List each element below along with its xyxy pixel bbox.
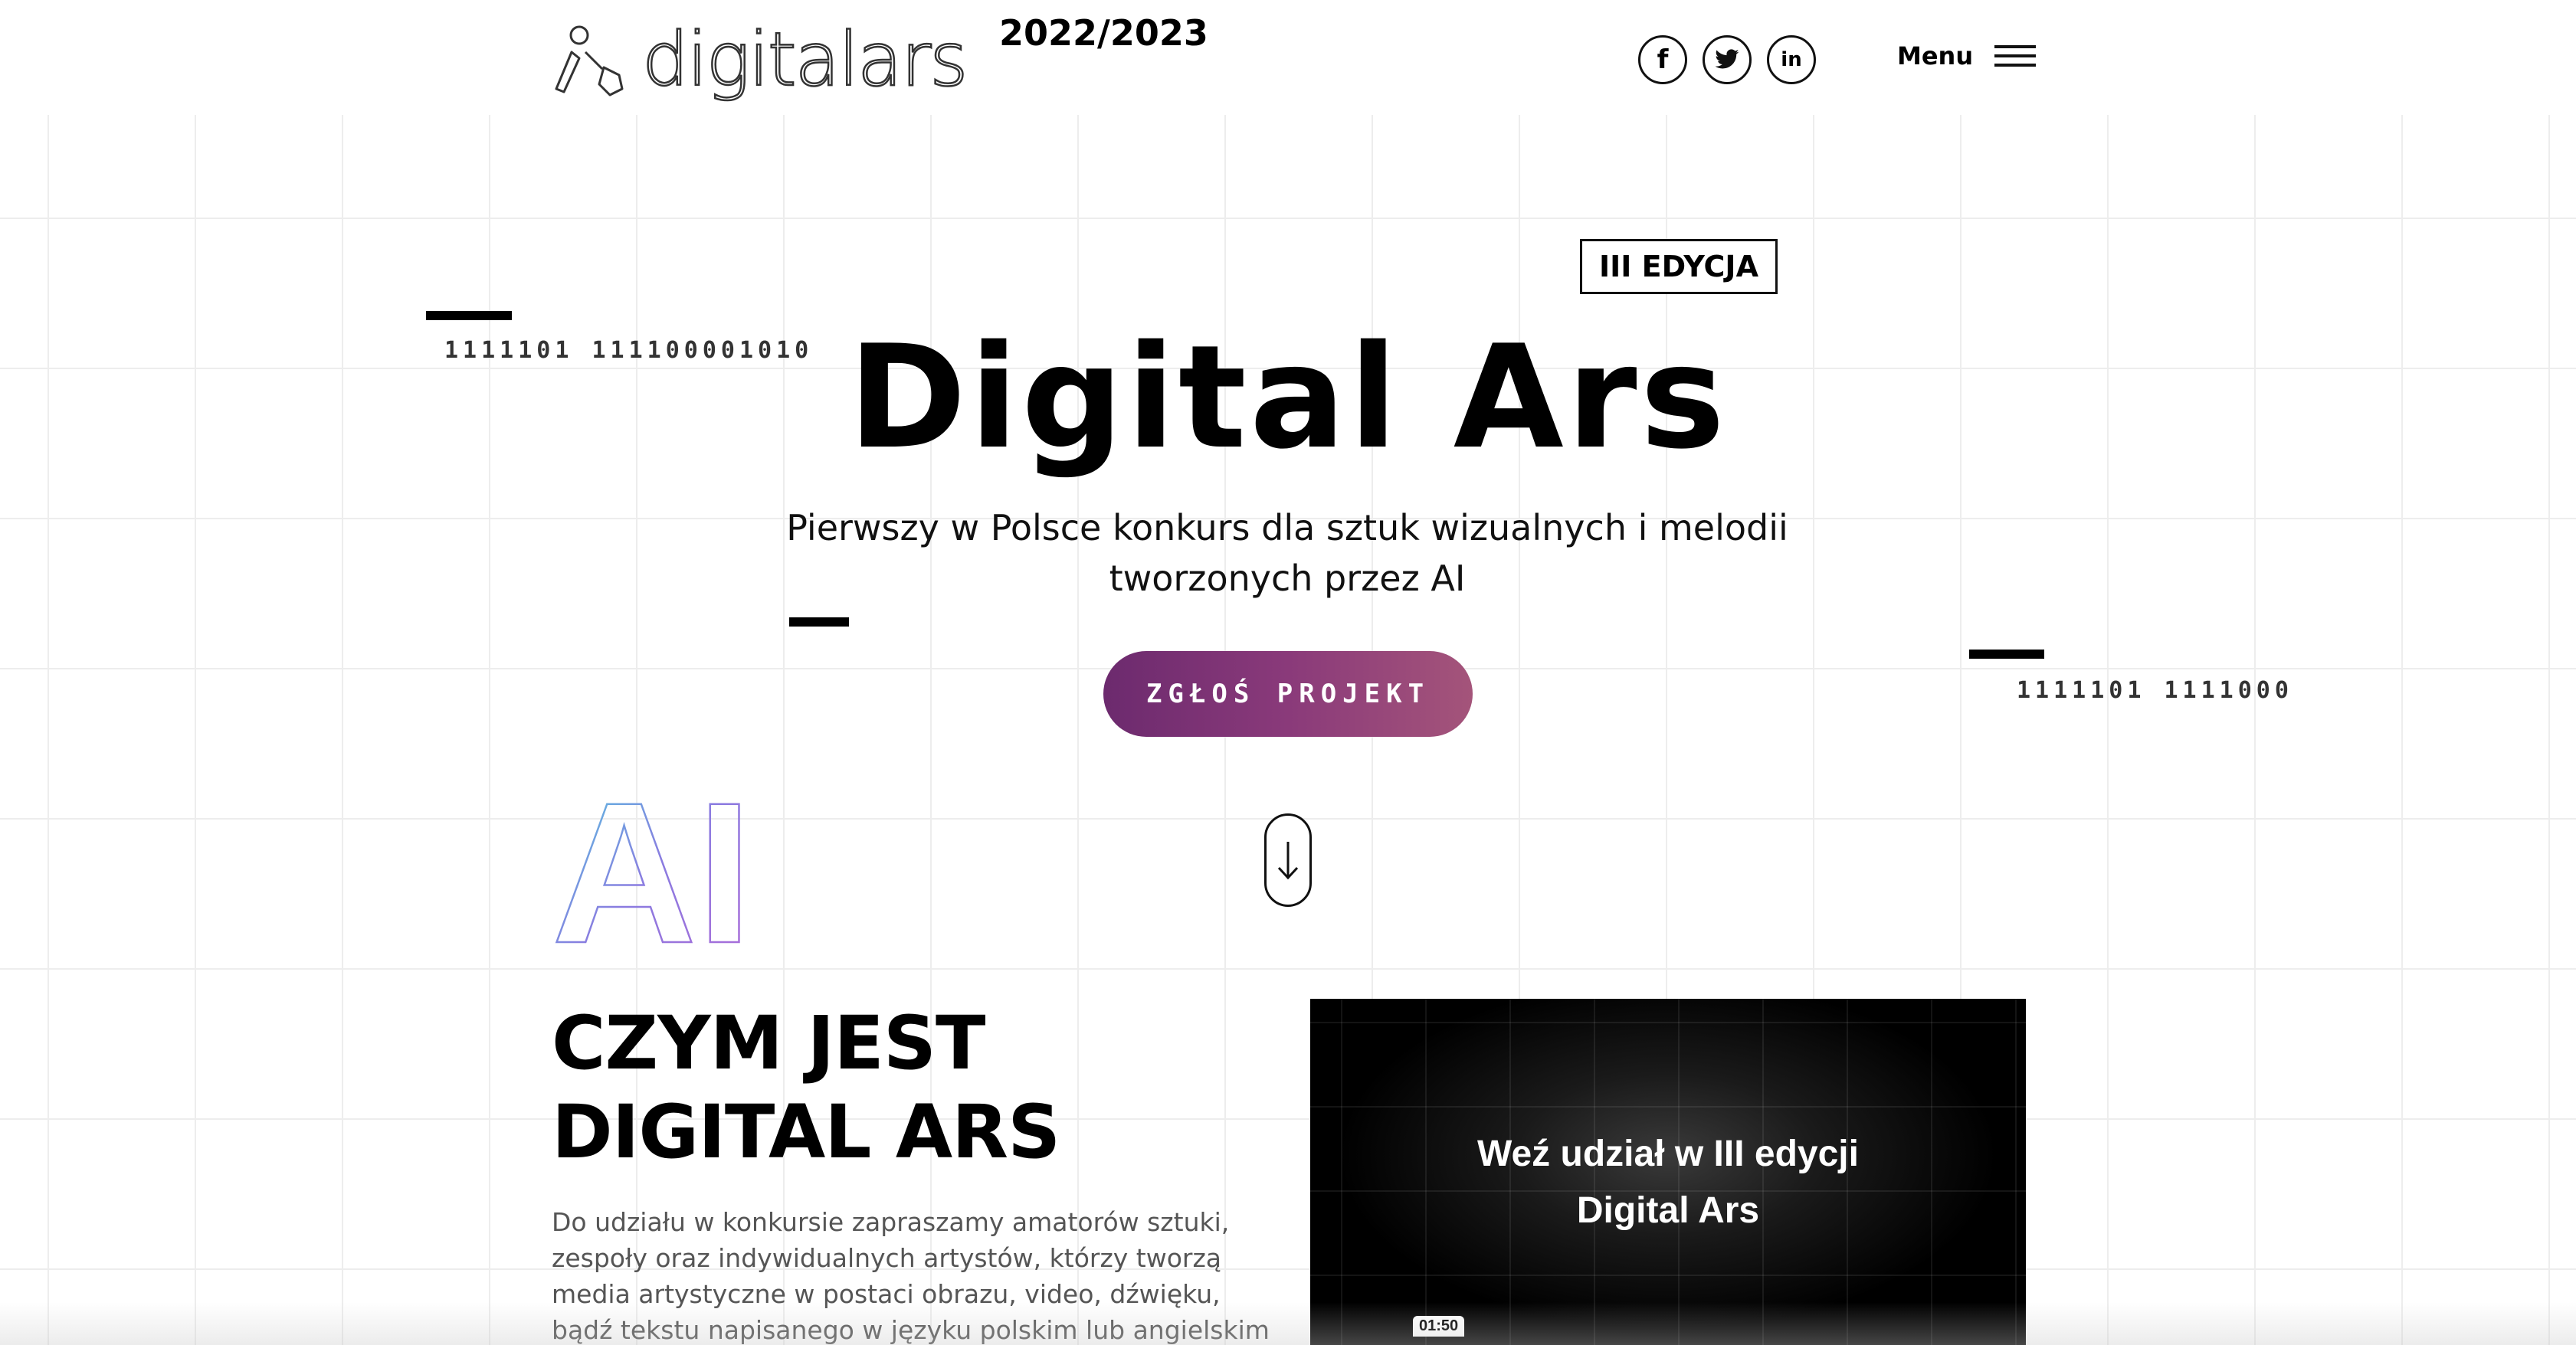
site-header: digitalars 2022/2023 f in Menu xyxy=(0,0,2576,115)
menu-label: Menu xyxy=(1897,41,1974,70)
video-duration: 01:50 xyxy=(1413,1316,1465,1337)
edition-badge: III EDYCJA xyxy=(1580,239,1778,294)
twitter-bird-icon xyxy=(1715,49,1739,69)
edition-year: 2022/2023 xyxy=(999,12,1208,54)
about-section-title: CZYM JEST DIGITAL ARS xyxy=(552,999,1060,1176)
hamburger-icon xyxy=(1994,45,2037,67)
scroll-down-button[interactable] xyxy=(1264,813,1312,907)
submit-project-button[interactable]: ZGŁOŚ PROJEKT xyxy=(1103,651,1473,737)
facebook-icon[interactable]: f xyxy=(1638,35,1687,84)
binary-text-right: 1111101 1111000 xyxy=(2017,677,2293,704)
hero-subtitle-line: tworzonych przez AI xyxy=(1109,558,1466,599)
video-player[interactable]: Weź udział w III edycji Digital Ars 01:5… xyxy=(1310,999,2026,1345)
logo-text: digitalars xyxy=(641,17,969,103)
arrow-down-icon xyxy=(1277,842,1299,880)
video-title: Weź udział w III edycji Digital Ars xyxy=(1310,1126,2026,1239)
menu-button[interactable]: Menu xyxy=(1897,41,2037,70)
ai-outline-text: AI xyxy=(552,781,752,950)
hero-title: Digital Ars xyxy=(847,314,1729,480)
site-logo[interactable]: digitalars xyxy=(549,14,969,106)
twitter-icon[interactable] xyxy=(1703,35,1752,84)
about-description: Do udziału w konkursie zapraszamy amator… xyxy=(552,1207,1270,1345)
hero-subtitle-line: Pierwszy w Polsce konkurs dla sztuk wizu… xyxy=(786,507,1788,548)
decorative-dash xyxy=(1969,650,2044,659)
linkedin-icon[interactable]: in xyxy=(1767,35,1816,84)
hero-subtitle: Pierwszy w Polsce konkurs dla sztuk wizu… xyxy=(751,502,1824,604)
about-title-line: DIGITAL ARS xyxy=(552,1089,1060,1175)
video-title-line: Weź udział w III edycji xyxy=(1477,1134,1859,1174)
decorative-dash xyxy=(789,617,849,627)
submit-project-label: ZGŁOŚ PROJEKT xyxy=(1145,679,1431,709)
ai-outline-graphic: AI xyxy=(552,781,753,950)
logo-mark-icon xyxy=(555,25,624,97)
about-title-line: CZYM JEST xyxy=(552,1000,985,1086)
bottom-shadow xyxy=(0,1302,2576,1345)
video-title-line: Digital Ars xyxy=(1576,1190,1760,1231)
